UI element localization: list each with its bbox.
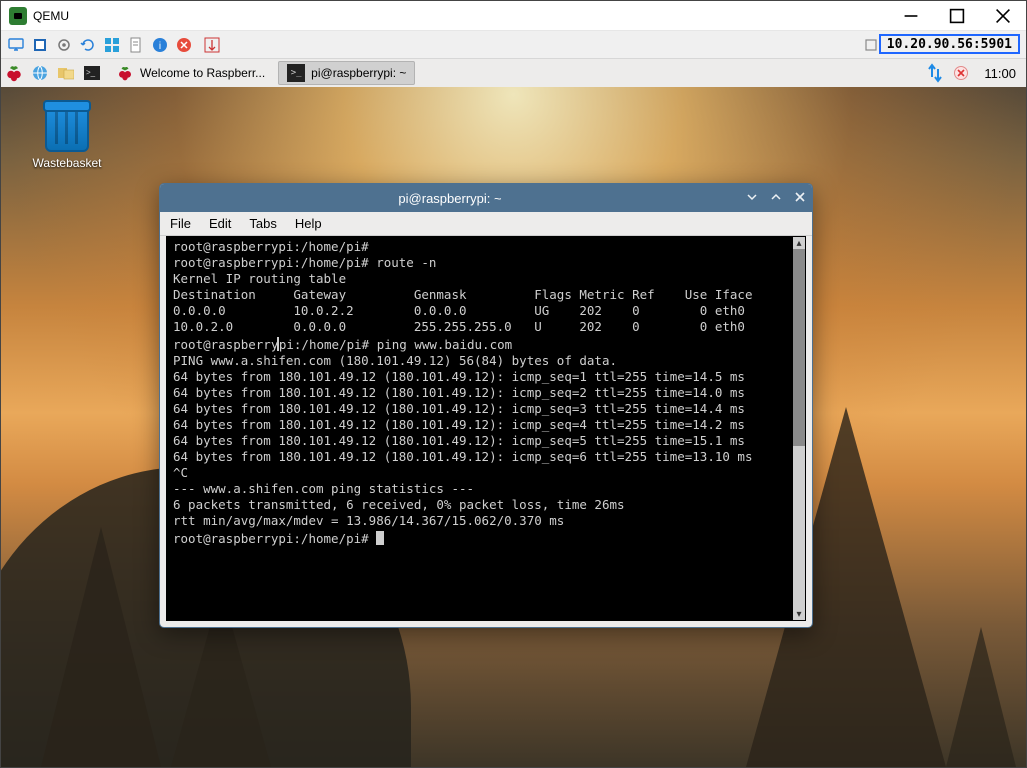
window-title: QEMU: [33, 9, 69, 23]
terminal-menubar: File Edit Tabs Help: [160, 212, 812, 236]
scroll-up-icon[interactable]: ▴: [793, 237, 805, 249]
task-welcome[interactable]: Welcome to Raspberr...: [107, 61, 274, 85]
wastebasket-icon[interactable]: Wastebasket: [27, 104, 107, 170]
fullscreen-icon[interactable]: [31, 36, 49, 54]
square-icon[interactable]: [862, 36, 880, 54]
disconnect-icon[interactable]: [948, 60, 974, 86]
menu-tabs[interactable]: Tabs: [249, 216, 276, 231]
terminal-body[interactable]: root@raspberrypi:/home/pi# root@raspberr…: [166, 236, 806, 621]
document-icon[interactable]: [127, 36, 145, 54]
network-icon[interactable]: [922, 60, 948, 86]
raspberry-icon: [116, 64, 134, 82]
terminal-window[interactable]: pi@raspberrypi: ~ File Edit Tabs Help ro…: [159, 183, 813, 628]
close-button[interactable]: [980, 1, 1026, 31]
task-label: pi@raspberrypi: ~: [311, 66, 406, 80]
window-titlebar[interactable]: QEMU: [1, 1, 1026, 31]
panel-clock[interactable]: 11:00: [974, 66, 1026, 81]
refresh-icon[interactable]: [79, 36, 97, 54]
maximize-button[interactable]: [934, 1, 980, 31]
terminal-titlebar[interactable]: pi@raspberrypi: ~: [160, 184, 812, 212]
terminal-launcher-icon[interactable]: >_: [79, 60, 105, 86]
windows-key-icon[interactable]: [103, 36, 121, 54]
menu-file[interactable]: File: [170, 216, 191, 231]
menu-edit[interactable]: Edit: [209, 216, 231, 231]
scrollbar-track[interactable]: [793, 249, 805, 608]
terminal-icon: >_: [287, 64, 305, 82]
info-icon[interactable]: i: [151, 36, 169, 54]
terminal-output[interactable]: root@raspberrypi:/home/pi# root@raspberr…: [171, 237, 793, 620]
file-manager-icon[interactable]: [53, 60, 79, 86]
wastebasket-label: Wastebasket: [27, 156, 107, 170]
minimize-button[interactable]: [888, 1, 934, 31]
scrollbar-thumb[interactable]: [793, 249, 805, 446]
scroll-down-icon[interactable]: ▾: [793, 608, 805, 620]
web-browser-icon[interactable]: [27, 60, 53, 86]
qemu-icon: [9, 7, 27, 25]
task-label: Welcome to Raspberr...: [140, 66, 265, 80]
svg-text:>_: >_: [86, 68, 96, 77]
stop-icon[interactable]: [175, 36, 193, 54]
trash-icon: [45, 104, 89, 152]
terminal-maximize-button[interactable]: [764, 191, 788, 206]
task-terminal[interactable]: >_ pi@raspberrypi: ~: [278, 61, 415, 85]
terminal-minimize-button[interactable]: [740, 191, 764, 206]
rpi-panel: >_ Welcome to Raspberr... >_ pi@raspberr…: [1, 59, 1026, 87]
transfer-icon[interactable]: [203, 36, 221, 54]
monitor-icon[interactable]: [7, 36, 25, 54]
svg-text:i: i: [159, 41, 161, 52]
start-menu-icon[interactable]: [1, 60, 27, 86]
qemu-window: QEMU i 10.20.90.56:5901: [0, 0, 1027, 768]
terminal-scrollbar[interactable]: ▴ ▾: [793, 237, 805, 620]
terminal-close-button[interactable]: [788, 191, 812, 206]
qemu-toolbar: i 10.20.90.56:5901: [1, 31, 1026, 59]
ip-address-box[interactable]: 10.20.90.56:5901: [879, 34, 1020, 54]
menu-help[interactable]: Help: [295, 216, 322, 231]
gear-icon[interactable]: [55, 36, 73, 54]
terminal-title: pi@raspberrypi: ~: [160, 191, 740, 206]
guest-viewport[interactable]: >_ Welcome to Raspberr... >_ pi@raspberr…: [1, 59, 1026, 767]
